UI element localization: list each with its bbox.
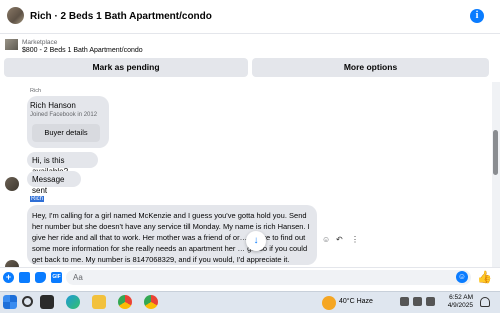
plus-icon[interactable]: +	[3, 272, 14, 283]
reply-icon[interactable]: ↶	[336, 235, 343, 244]
sender-label-highlighted: Rich	[30, 196, 45, 202]
chrome-icon[interactable]	[144, 295, 158, 309]
scrollbar-thumb[interactable]	[493, 130, 498, 175]
message-bubble[interactable]: Message sent	[27, 171, 81, 195]
weather-icon[interactable]	[322, 296, 336, 310]
message-input-placeholder: Aa	[73, 273, 83, 282]
gif-icon[interactable]: GIF	[51, 272, 62, 283]
search-icon[interactable]	[22, 296, 33, 307]
app-icon[interactable]	[40, 295, 54, 309]
listing-title[interactable]: $800 - 2 Beds 1 Bath Apartment/condo	[22, 47, 143, 54]
avatar[interactable]	[5, 177, 19, 191]
weather-text[interactable]: 40°C Haze	[339, 298, 373, 305]
chrome-icon[interactable]	[118, 295, 132, 309]
like-icon[interactable]: 👍	[477, 270, 492, 284]
clock-date: 4/9/2025	[447, 302, 473, 309]
volume-icon[interactable]	[426, 297, 435, 306]
conversation-title[interactable]: Rich · 2 Beds 1 Bath Apartment/condo	[30, 11, 212, 22]
wifi-icon[interactable]	[413, 297, 422, 306]
profile-name: Rich Hanson	[30, 101, 76, 110]
react-icon[interactable]: ☺	[322, 235, 330, 244]
marketplace-label: Marketplace	[22, 39, 58, 46]
more-icon[interactable]: ⋮	[351, 235, 359, 244]
image-icon[interactable]	[19, 272, 30, 283]
sender-label: Rich	[30, 88, 42, 94]
profile-joined: Joined Facebook in 2012	[30, 112, 98, 118]
chevron-up-icon[interactable]	[400, 297, 409, 306]
message-actions: ☺ ↶ ⋮	[322, 235, 362, 245]
notification-icon[interactable]	[480, 297, 490, 307]
message-bubble[interactable]: Hi, is this available?	[27, 152, 98, 176]
message-bubble[interactable]: Hey, I'm calling for a girl named McKenz…	[27, 205, 317, 265]
windows-start-icon[interactable]	[3, 295, 17, 309]
buyer-details-button[interactable]: Buyer details	[32, 124, 100, 142]
listing-thumbnail[interactable]	[5, 39, 18, 50]
file-explorer-icon[interactable]	[92, 295, 106, 309]
scroll-down-arrow-icon[interactable]: ↓	[246, 231, 266, 251]
emoji-icon[interactable]: ☺	[456, 271, 468, 283]
mark-as-pending-button[interactable]: Mark as pending	[4, 58, 248, 77]
edge-browser-icon[interactable]	[66, 295, 80, 309]
info-icon[interactable]: i	[470, 9, 484, 23]
message-input[interactable]	[66, 270, 471, 285]
clock[interactable]: 6:52 AM 4/9/2025	[445, 294, 473, 310]
clock-time: 6:52 AM	[449, 294, 473, 301]
more-options-button[interactable]: More options	[252, 58, 489, 77]
avatar[interactable]	[7, 7, 24, 24]
